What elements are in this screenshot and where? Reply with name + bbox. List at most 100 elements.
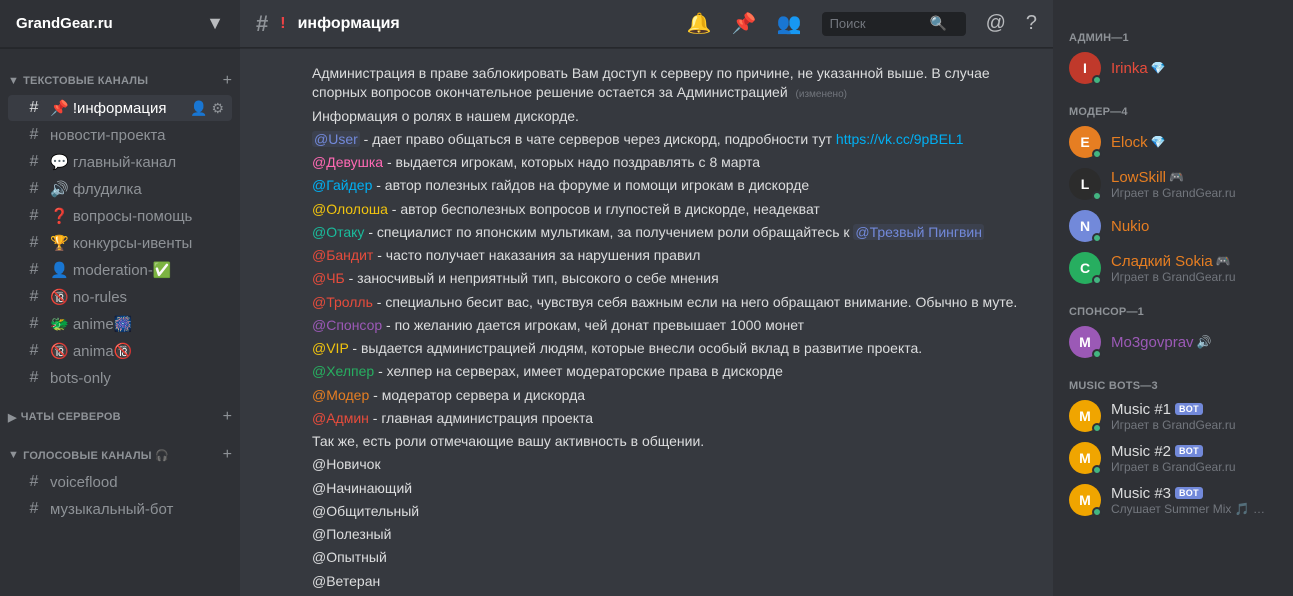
member-info-music2: Music #2 BOT Играет в GrandGear.ru (1111, 443, 1277, 474)
member-name-music2: Music #2 (1111, 443, 1171, 460)
bot-badge-music3: BOT (1175, 487, 1203, 499)
member-info-sokia: Сладкий Sokia 🎮 Играет в GrandGear.ru (1111, 253, 1277, 284)
member-info-elock: Elock 💎 (1111, 134, 1277, 151)
vip-mention: @VIP (312, 340, 349, 356)
message-para-nachalo: @Начинающий (312, 479, 1037, 498)
pin-icon[interactable]: 📌 (732, 11, 757, 36)
member-item-mo3govprav[interactable]: M Mo3govprav 🔊 (1061, 322, 1285, 362)
channel-hash-icon: # (256, 11, 268, 37)
channel-item-news[interactable]: # новости-проекта (8, 122, 232, 148)
member-name-elock: Elock (1111, 134, 1148, 151)
message-para-opytny: @Опытный (312, 548, 1037, 567)
category-arrow-icon: ▶ (8, 411, 17, 424)
member-item-nukio[interactable]: N Nukio (1061, 206, 1285, 246)
member-name-irinka: Irinka (1111, 60, 1148, 77)
member-name-sokia: Сладкий Sokia (1111, 253, 1213, 270)
channel-item-muzbot[interactable]: # музыкальный-бот (8, 496, 232, 522)
member-item-music1[interactable]: M Music #1 BOT Играет в GrandGear.ru (1061, 396, 1285, 436)
voice-channels-label: ▼ ГОЛОСОВЫЕ КАНАЛЫ 🎧 (8, 449, 169, 462)
channel-exclaim-icon: ! (280, 15, 285, 33)
channel-header-name: информация (298, 15, 400, 33)
main-chat: # ! информация 🔔 📌 👥 🔍 @ ? Администрация… (240, 0, 1053, 596)
message-para-gayder: @Гайдер - автор полезных гайдов на форум… (312, 176, 1037, 195)
member-item-lowskill[interactable]: L LowSkill 🎮 Играет в GrandGear.ru (1061, 164, 1285, 204)
manage-channel-icon[interactable]: 👤 (190, 100, 207, 117)
message-para-user: @User - дает право общаться в чате серве… (312, 130, 1037, 149)
server-chats-label: ▶ ЧАТЫ СЕРВЕРОВ (8, 411, 121, 424)
hash-icon: # (24, 288, 44, 306)
chat-messages: Администрация в праве заблокировать Вам … (240, 48, 1053, 596)
message-para-moder: @Модер - модератор сервера и дискорда (312, 386, 1037, 405)
nitro-icon-irinka: 💎 (1151, 61, 1166, 75)
hash-icon: # (24, 234, 44, 252)
add-server-chat-icon[interactable]: + (223, 408, 232, 426)
channel-item-rules[interactable]: # 🔞 no-rules (8, 284, 232, 310)
moder-category-header: МОДЕР—4 (1061, 90, 1285, 122)
channel-item-anime[interactable]: # 🐲 anime🎆 (8, 311, 232, 337)
help-icon[interactable]: ? (1026, 12, 1037, 35)
channel-item-events[interactable]: # 🏆 конкурсы-ивенты (8, 230, 232, 256)
add-voice-channel-icon[interactable]: + (223, 446, 232, 464)
member-name-row-music1: Music #1 BOT (1111, 401, 1277, 418)
status-dot-music3 (1092, 507, 1102, 517)
settings-icon[interactable]: ⚙ (211, 100, 224, 117)
channel-item-flood[interactable]: # 🔊 флудилка (8, 176, 232, 202)
avatar-music2: M (1069, 442, 1101, 474)
member-name-row-music2: Music #2 BOT (1111, 443, 1277, 460)
avatar-lowskill: L (1069, 168, 1101, 200)
ololosha-mention: @Ололоша (312, 201, 388, 217)
bell-icon[interactable]: 🔔 (687, 11, 712, 36)
message-para-troll: @Тролль - специально бесит вас, чувствуя… (312, 293, 1037, 312)
member-name-lowskill: LowSkill (1111, 169, 1166, 186)
member-item-sokia[interactable]: С Сладкий Sokia 🎮 Играет в GrandGear.ru (1061, 248, 1285, 288)
troll-mention: @Тролль (312, 294, 373, 310)
game-icon-lowskill: 🎮 (1169, 170, 1184, 184)
add-channel-icon[interactable]: + (223, 72, 232, 90)
channel-item-voiceflood[interactable]: # voiceflood (8, 469, 232, 495)
channel-name-anime: 🐲 anime🎆 (50, 315, 224, 333)
server-chats-category[interactable]: ▶ ЧАТЫ СЕРВЕРОВ + (0, 392, 240, 430)
member-item-music2[interactable]: M Music #2 BOT Играет в GrandGear.ru (1061, 438, 1285, 478)
channel-item-anime2[interactable]: # 🔞 anima🔞 (8, 338, 232, 364)
channel-name-main: 💬 главный-канал (50, 153, 224, 171)
trezvy-pingvin-mention: @Трезвый Пингвин (853, 224, 984, 240)
hash-icon: # (24, 342, 44, 360)
mention-icon[interactable]: @ (986, 12, 1006, 35)
server-header[interactable]: GrandGear.ru ▼ (0, 0, 240, 48)
channel-name-help: ❓ вопросы-помощь (50, 207, 224, 225)
search-box[interactable]: 🔍 (822, 12, 966, 36)
vk-link[interactable]: https://vk.cc/9pBEL1 (836, 131, 964, 147)
member-name-music3: Music #3 (1111, 485, 1171, 502)
text-channels-category[interactable]: ▼ ТЕКСТОВЫЕ КАНАЛЫ + (0, 56, 240, 94)
member-name-row-mo3govprav: Mo3govprav 🔊 (1111, 334, 1277, 351)
search-input[interactable] (830, 16, 930, 31)
member-item-elock[interactable]: E Elock 💎 (1061, 122, 1285, 162)
status-dot-irinka (1092, 75, 1102, 85)
member-name-mo3govprav: Mo3govprav (1111, 334, 1194, 351)
hash-icon: # (24, 153, 44, 171)
member-item-irinka[interactable]: I Irinka 💎 (1061, 48, 1285, 88)
hash-icon: # (24, 315, 44, 333)
channel-item-info[interactable]: # 📌 !информация 👤 ⚙ (8, 95, 232, 121)
channel-name-rules: 🔞 no-rules (50, 288, 224, 306)
channel-name-voiceflood: voiceflood (50, 474, 224, 491)
bot-badge-music1: BOT (1175, 403, 1203, 415)
chanban-mention: @ЧБ (312, 270, 345, 286)
voice-channels-category[interactable]: ▼ ГОЛОСОВЫЕ КАНАЛЫ 🎧 + (0, 430, 240, 468)
message-para-admin: @Админ - главная администрация проекта (312, 409, 1037, 428)
channel-item-help[interactable]: # ❓ вопросы-помощь (8, 203, 232, 229)
channel-item-main[interactable]: # 💬 главный-канал (8, 149, 232, 175)
channel-item-moderation[interactable]: # 👤 moderation-✅ (8, 257, 232, 283)
member-item-music3[interactable]: M Music #3 BOT Слушает Summer Mix 🎵 🍀 | … (1061, 480, 1285, 520)
channel-item-bots[interactable]: # bots-only (8, 365, 232, 391)
bot-badge-music2: BOT (1175, 445, 1203, 457)
search-icon: 🔍 (930, 15, 947, 32)
avatar-music3: M (1069, 484, 1101, 516)
message-para-roles-intro: Информация о ролях в нашем дискорде. (312, 107, 1037, 126)
member-name-nukio: Nukio (1111, 218, 1149, 235)
members-icon[interactable]: 👥 (777, 11, 802, 36)
member-name-music1: Music #1 (1111, 401, 1171, 418)
avatar-elock: E (1069, 126, 1101, 158)
message-para-veteran: @Ветеран (312, 572, 1037, 591)
member-info-music1: Music #1 BOT Играет в GrandGear.ru (1111, 401, 1277, 432)
